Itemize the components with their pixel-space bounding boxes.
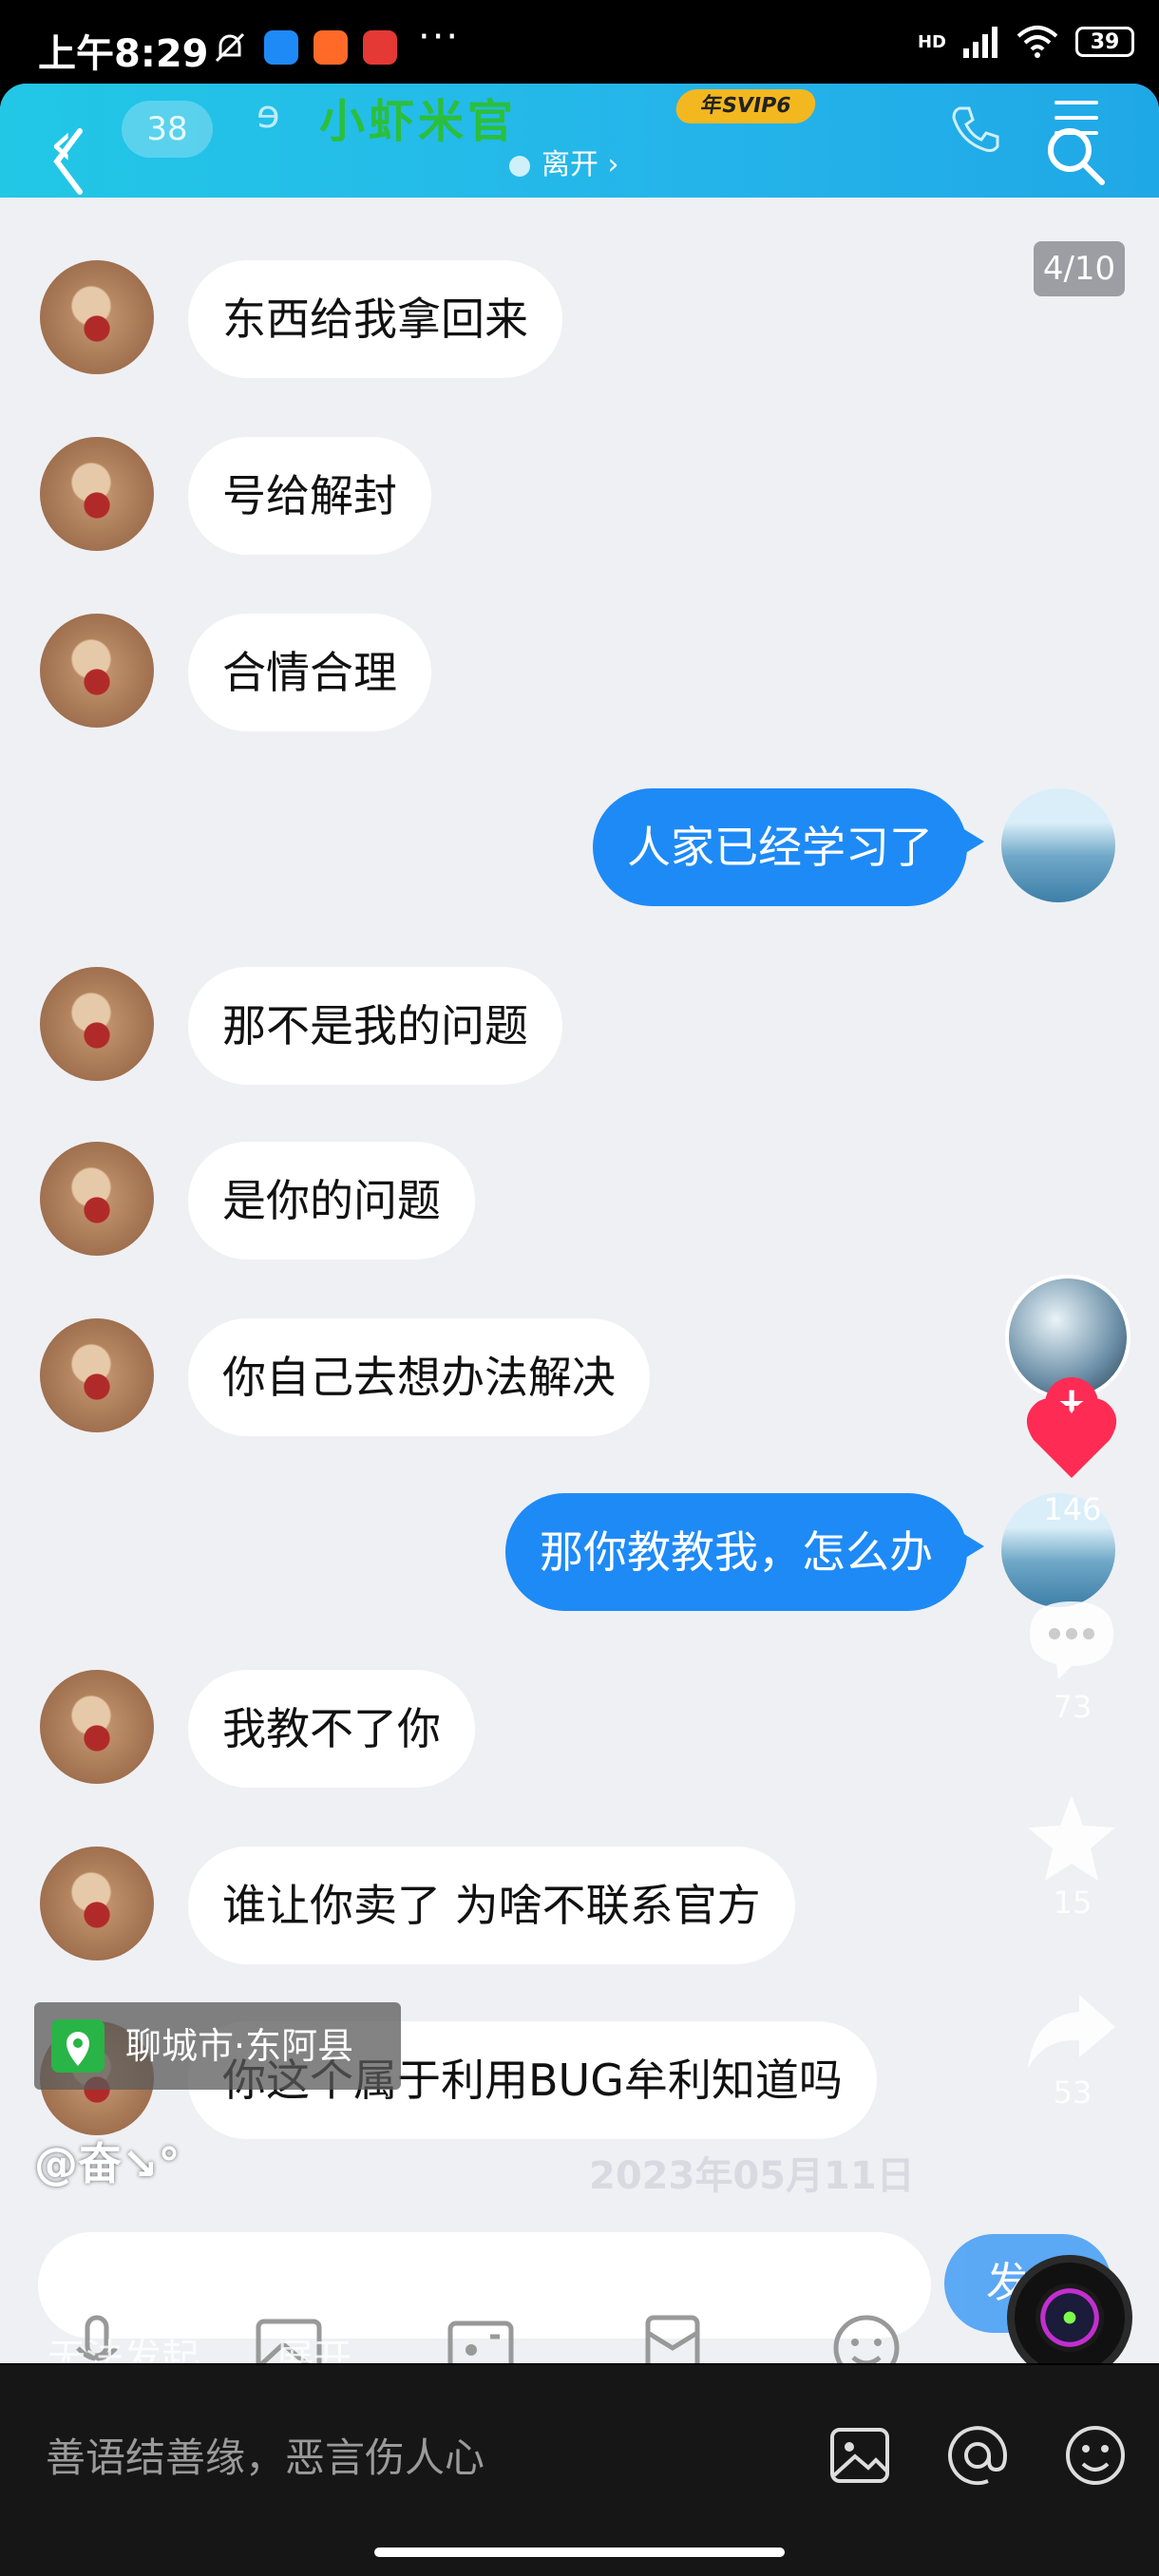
red-packet-icon (645, 2315, 700, 2363)
svip-badge: 年SVIP6 (673, 89, 819, 123)
battery-level: 39 (1090, 29, 1120, 54)
avatar (40, 437, 154, 551)
app-notification-icon (314, 30, 348, 65)
avatar (1001, 788, 1115, 902)
message-bubble: 你自己去想办法解决 (188, 1318, 650, 1436)
video-player[interactable]: ‹ 38 ɘ 小虾米官 年SVIP6 离开 › 4/10 东西给我拿回来 号给解… (0, 84, 1159, 2363)
message-bubble: 那不是我的问题 (188, 967, 562, 1085)
more-notifications-indicator: ··· (418, 15, 461, 59)
avatar (40, 260, 154, 374)
home-indicator[interactable] (374, 2548, 785, 2557)
search-icon[interactable] (1041, 122, 1110, 190)
app-notification-icon (363, 30, 397, 65)
signal-icon (963, 27, 998, 58)
heart-icon[interactable] (1024, 1394, 1119, 1482)
presence-status: 离开 › (509, 141, 619, 182)
comment-bar: 善语结善缘，恶言伤人心 (0, 2365, 1159, 2576)
comment-icon[interactable] (1024, 1596, 1119, 1681)
video-caption: 无法发起… 展开 (48, 2327, 352, 2363)
presence-text: 离开 › (542, 148, 619, 181)
camera-icon (447, 2320, 514, 2363)
mute-bell-icon (215, 32, 245, 63)
back-button[interactable] (49, 125, 87, 198)
message-bubble: 谁让你卖了 为啥不联系官方 (188, 1847, 795, 1964)
message-bubble: 合情合理 (188, 614, 431, 731)
expand-caption-link[interactable]: 展开 (276, 2337, 352, 2363)
emoji-icon (833, 2315, 900, 2363)
message-bubble: 我教不了你 (188, 1670, 475, 1788)
message-bubble: 人家已经学习了 (593, 788, 984, 906)
message-bubble: 是你的问题 (188, 1142, 475, 1260)
like-count: 146 (1043, 1491, 1102, 1527)
author-name[interactable]: @奋↘° (34, 2130, 180, 2192)
message-bubble: 东西给我拿回来 (188, 260, 562, 378)
unread-count-badge: 38 (122, 101, 213, 158)
location-text: 聊城市·东阿县 (125, 2025, 354, 2067)
avatar (40, 1670, 154, 1784)
wifi-icon (1016, 26, 1058, 58)
avatar (40, 1142, 154, 1256)
star-icon[interactable] (1024, 1791, 1119, 1883)
ear-icon: ɘ (256, 93, 280, 137)
status-right: HD 39 (918, 25, 1134, 59)
notification-icons (211, 28, 397, 66)
avatar (40, 614, 154, 728)
at-mention-icon[interactable] (944, 2422, 1011, 2489)
location-tag[interactable]: 聊城市·东阿县 (34, 2002, 401, 2090)
favorite-count: 15 (1053, 1885, 1092, 1921)
emoji-icon[interactable] (1062, 2422, 1129, 2489)
message-bubble: 那你教教我，怎么办 (505, 1493, 984, 1611)
battery-icon: 39 (1075, 27, 1134, 57)
status-time: 上午8:29 (38, 32, 209, 76)
share-icon[interactable] (1024, 1989, 1119, 2073)
image-icon[interactable] (826, 2422, 893, 2489)
caption-text: 无法发起… (48, 2337, 238, 2363)
location-pin-icon (51, 2019, 104, 2073)
chat-title: 小虾米官 (319, 95, 518, 148)
status-dot-icon (509, 155, 530, 177)
status-bar: 上午8:29 ··· HD 39 (0, 0, 1159, 85)
app-notification-icon (264, 30, 298, 65)
network-type-label: HD (917, 31, 946, 52)
chat-header: ‹ 38 ɘ 小虾米官 年SVIP6 离开 › (0, 84, 1159, 198)
avatar (40, 1847, 154, 1960)
avatar (40, 1318, 154, 1432)
avatar (40, 967, 154, 1081)
message-bubble: 号给解封 (188, 437, 431, 555)
phone-icon (952, 106, 999, 152)
music-disc[interactable] (1007, 2255, 1132, 2363)
comment-count: 73 (1053, 1689, 1092, 1725)
date-watermark: 2023年05月11日 (589, 2154, 915, 2198)
share-count: 53 (1053, 2074, 1092, 2111)
image-page-indicator: 4/10 (1034, 241, 1125, 296)
comment-input[interactable]: 善语结善缘，恶言伤人心 (46, 2426, 484, 2484)
